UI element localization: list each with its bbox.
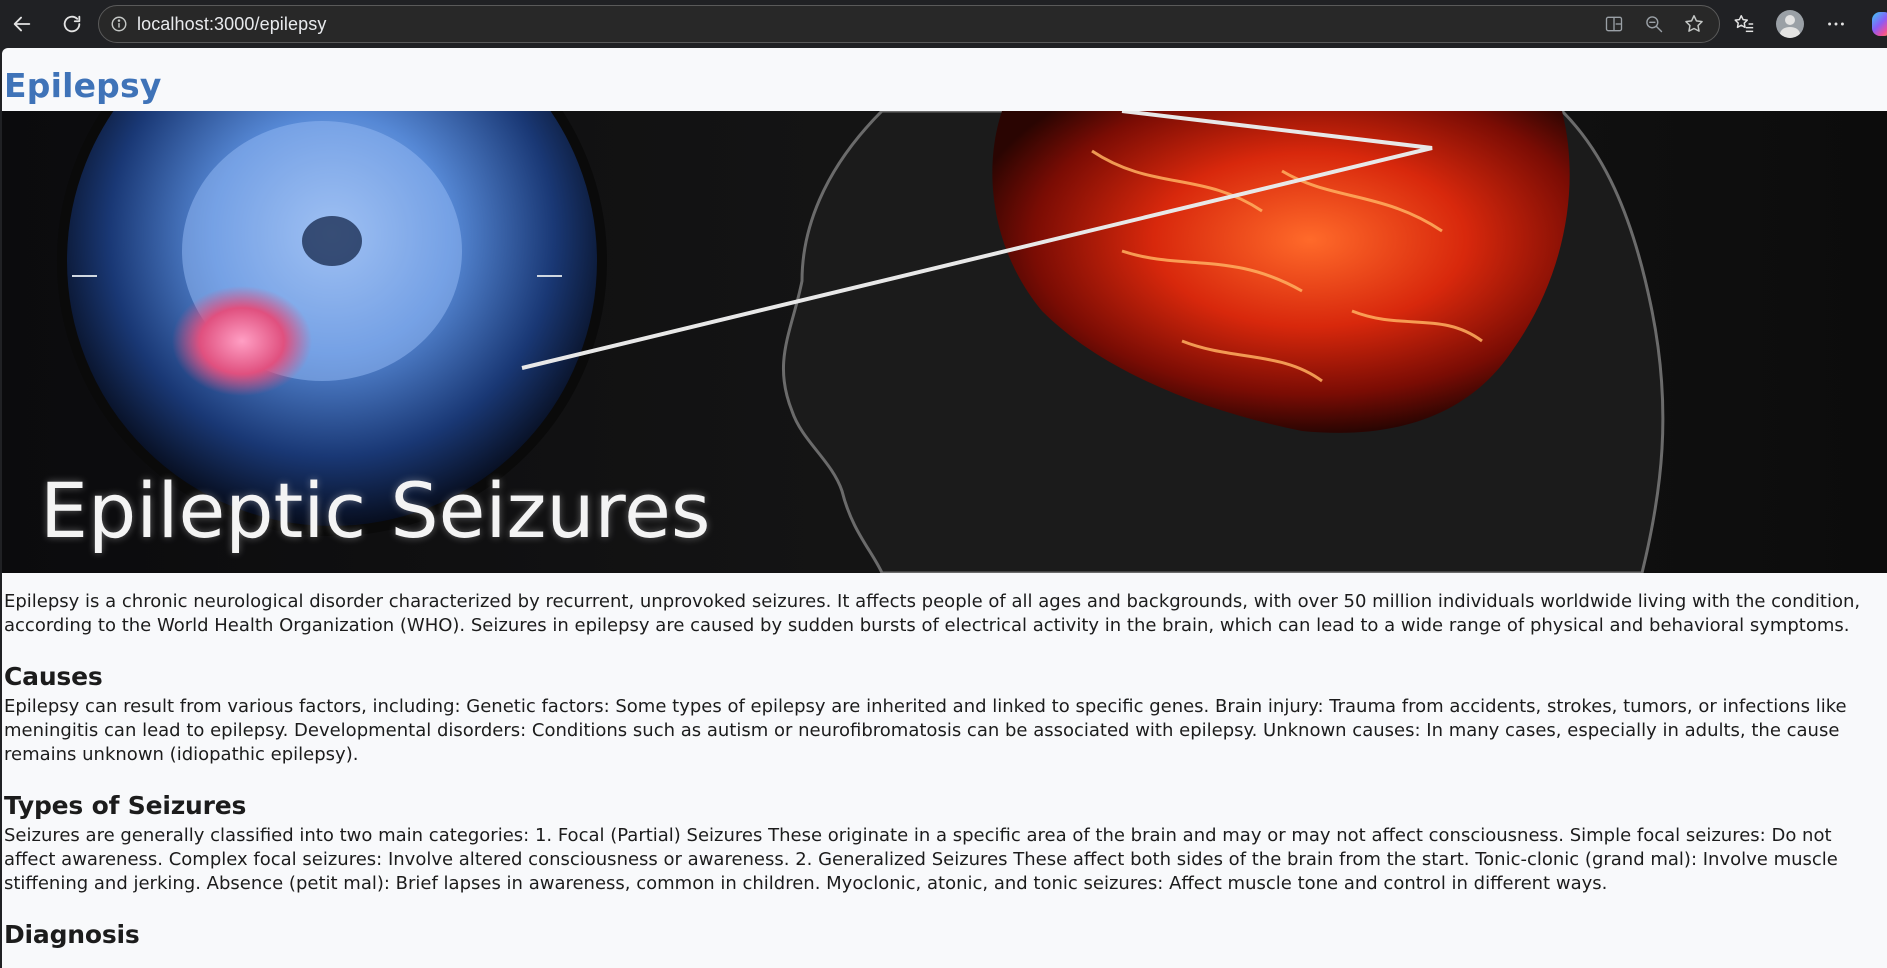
- page-title: Epilepsy: [4, 66, 162, 105]
- section-heading-types: Types of Seizures: [4, 791, 247, 820]
- arrow-left-icon: [13, 16, 31, 32]
- star-icon[interactable]: [1681, 11, 1707, 37]
- browser-toolbar: localhost:3000/epilepsy: [0, 0, 1887, 48]
- url-text[interactable]: localhost:3000/epilepsy: [137, 14, 326, 35]
- section-body-types: Seizures are generally classified into t…: [4, 825, 1838, 894]
- reload-icon: [63, 15, 81, 33]
- split-screen-icon[interactable]: [1601, 11, 1627, 37]
- hero-caption: Epileptic Seizures: [40, 466, 711, 555]
- zoom-out-icon[interactable]: [1641, 11, 1667, 37]
- article-content: Epilepsy is a chronic neurological disor…: [4, 590, 1884, 950]
- profile-avatar-icon: [1776, 10, 1804, 38]
- section-heading-causes: Causes: [4, 662, 103, 691]
- back-button[interactable]: [5, 7, 39, 41]
- reload-button[interactable]: [55, 7, 89, 41]
- section-body-causes: Epilepsy can result from various factors…: [4, 696, 1847, 765]
- intro-paragraph: Epilepsy is a chronic neurological disor…: [4, 591, 1861, 636]
- hero-image: Epileptic Seizures: [2, 111, 1887, 573]
- address-bar[interactable]: localhost:3000/epilepsy: [98, 5, 1720, 43]
- more-dots-icon[interactable]: [1820, 8, 1852, 40]
- page-viewport: Epilepsy Epileptic Seizures Epilepsy is …: [2, 48, 1887, 968]
- copilot-icon[interactable]: [1872, 12, 1887, 36]
- section-heading-diagnosis: Diagnosis: [4, 920, 140, 949]
- profile-button[interactable]: [1774, 8, 1806, 40]
- favorites-list-icon[interactable]: [1728, 8, 1760, 40]
- info-icon[interactable]: [109, 14, 129, 34]
